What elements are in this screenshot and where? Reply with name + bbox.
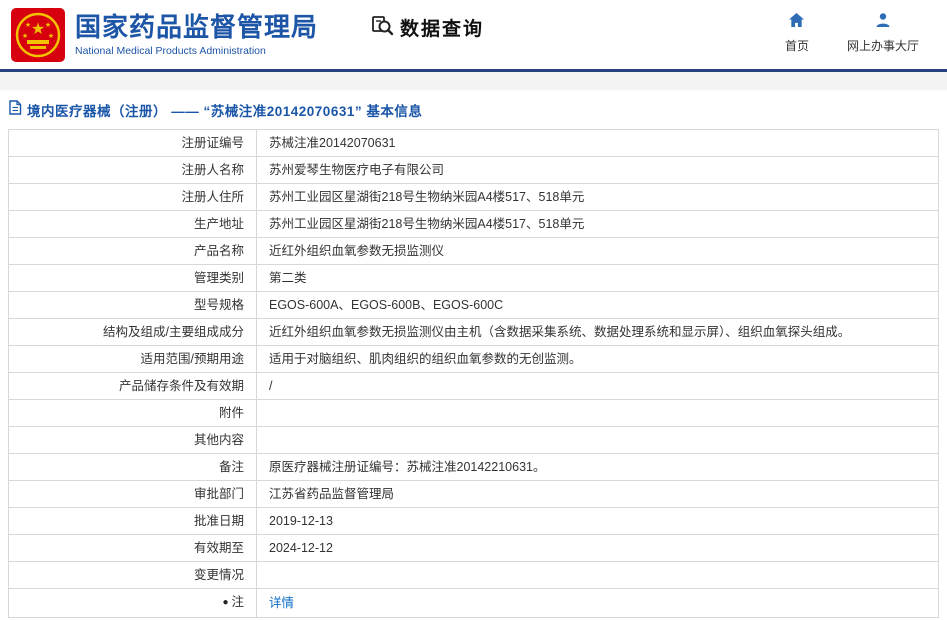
row-label: 其他内容 [8,426,257,454]
row-value: 适用于对脑组织、肌肉组织的组织血氧参数的无创监测。 [256,345,939,373]
table-row: 备注 原医疗器械注册证编号：苏械注准20142210631。 [8,453,939,481]
nav-service-hall-label: 网上办事大厅 [846,38,919,53]
table-row: 产品名称 近红外组织血氧参数无损监测仪 [8,237,939,265]
row-value [256,561,939,589]
row-label: 备注 [8,453,257,481]
table-row: 结构及组成/主要组成成分 近红外组织血氧参数无损监测仪由主机（含数据采集系统、数据… [8,318,939,346]
row-value: 苏州工业园区星湖街218号生物纳米园A4楼517、518单元 [256,210,939,238]
table-row: 审批部门 江苏省药品监督管理局 [8,480,939,508]
row-value: EGOS-600A、EGOS-600B、EGOS-600C [256,291,939,319]
table-row: 附件 [8,399,939,427]
detail-link[interactable]: 详情 [269,596,294,610]
page-title: 境内医疗器械（注册） —— “苏械注准20142070631” 基本信息 [27,104,423,119]
nav-item-home[interactable]: 首页 [785,12,809,54]
row-label: 审批部门 [8,480,257,508]
national-emblem-icon: ★ ★ ★ ★ ★ [10,7,66,63]
svg-text:★: ★ [45,21,51,29]
svg-text:★: ★ [48,32,54,40]
page-header: ★ ★ ★ ★ ★ 国家药品监督管理局 National Medical Pro… [0,0,947,72]
row-value: 苏州爱琴生物医疗电子有限公司 [256,156,939,184]
row-label: 管理类别 [8,264,257,292]
nav-home-label: 首页 [784,38,809,53]
table-row: 注册人名称 苏州爱琴生物医疗电子有限公司 [8,156,939,184]
row-label: 变更情况 [8,561,257,589]
magnifier-icon [370,13,394,42]
agency-name-cn: 国家药品监督管理局 [75,12,319,42]
row-value: 第二类 [256,264,939,292]
row-label: 注册人住所 [8,183,257,211]
info-table-body: 注册证编号 苏械注准20142070631 注册人名称 苏州爱琴生物医疗电子有限公司注… [8,129,939,618]
row-label: 附件 [8,399,257,427]
row-label: 产品储存条件及有效期 [8,372,257,400]
table-row: 生产地址 苏州工业园区星湖街218号生物纳米园A4楼517、518单元 [8,210,939,238]
row-value: 2019-12-13 [256,507,939,535]
row-label: 有效期至 [8,534,257,562]
nav-item-service-hall[interactable]: 网上办事大厅 [847,12,919,54]
data-query-title: 数据查询 [400,19,485,40]
row-label: 型号规格 [8,291,257,319]
table-row: 产品储存条件及有效期 / [8,372,939,400]
row-value: 详情 [256,588,939,618]
row-label: 产品名称 [8,237,257,265]
table-row: 变更情况 [8,561,939,589]
header-nav: 首页 网上办事大厅 [785,12,933,54]
note-bullet-icon: ● [222,597,229,608]
row-label: 批准日期 [8,507,257,535]
document-icon [8,100,22,120]
row-label: 适用范围/预期用途 [8,345,257,373]
svg-text:★: ★ [25,21,31,29]
table-row: 注册人住所 苏州工业园区星湖街218号生物纳米园A4楼517、518单元 [8,183,939,211]
row-value: 苏州工业园区星湖街218号生物纳米园A4楼517、518单元 [256,183,939,211]
svg-text:★: ★ [22,32,28,40]
breadcrumb: 境内医疗器械（注册） —— “苏械注准20142070631” 基本信息 [0,90,947,129]
row-value: 原医疗器械注册证编号：苏械注准20142210631。 [256,453,939,481]
home-icon [788,12,805,33]
row-label: 注册证编号 [8,129,257,157]
registration-info-table: 注册证编号 苏械注准20142070631 注册人名称 苏州爱琴生物医疗电子有限公司注… [8,129,939,618]
svg-text:★: ★ [31,21,45,38]
row-label: 注册人名称 [8,156,257,184]
row-value: 近红外组织血氧参数无损监测仪 [256,237,939,265]
table-row: 型号规格 EGOS-600A、EGOS-600B、EGOS-600C [8,291,939,319]
row-label: 生产地址 [8,210,257,238]
row-value: 江苏省药品监督管理局 [256,480,939,508]
agency-name-en: National Medical Products Administration [75,45,266,57]
table-row: 有效期至 2024-12-12 [8,534,939,562]
table-row: ● 注详情 [8,588,939,618]
row-value: / [256,372,939,400]
table-row: 注册证编号 苏械注准20142070631 [8,129,939,157]
table-row: 管理类别 第二类 [8,264,939,292]
row-value [256,399,939,427]
row-value: 2024-12-12 [256,534,939,562]
subheader-strip [0,72,947,90]
row-value: 苏械注准20142070631 [256,129,939,157]
row-value [256,426,939,454]
table-row: 批准日期 2019-12-13 [8,507,939,535]
data-query-section: 数据查询 [370,13,484,42]
table-row: 其他内容 [8,426,939,454]
agency-title-block: 国家药品监督管理局 National Medical Products Admi… [75,12,318,57]
user-icon [875,12,891,33]
table-row: 适用范围/预期用途 适用于对脑组织、肌肉组织的组织血氧参数的无创监测。 [8,345,939,373]
row-label: ● 注 [8,588,257,618]
row-label: 结构及组成/主要组成成分 [8,318,257,346]
row-value: 近红外组织血氧参数无损监测仪由主机（含数据采集系统、数据处理系统和显示屏）、组织… [256,318,939,346]
